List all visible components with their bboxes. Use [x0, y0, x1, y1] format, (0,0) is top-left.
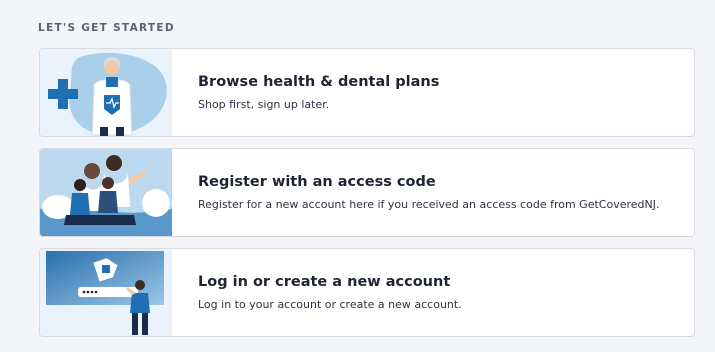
card-title: Browse health & dental plans — [198, 74, 440, 90]
card-title: Log in or create a new account — [198, 274, 451, 290]
login-create-account-card[interactable]: Log in or create a new account Log in to… — [39, 248, 695, 337]
login-illustration — [40, 249, 172, 336]
card-title: Register with an access code — [198, 174, 436, 190]
browse-plans-card[interactable]: Browse health & dental plans Shop first,… — [39, 48, 695, 137]
register-access-code-card[interactable]: Register with an access code Register fo… — [39, 148, 695, 237]
family-illustration — [40, 149, 172, 236]
section-heading: LET'S GET STARTED — [38, 22, 175, 34]
card-description: Register for a new account here if you r… — [198, 198, 660, 211]
card-description: Shop first, sign up later. — [198, 98, 330, 111]
doctor-illustration — [40, 49, 172, 136]
card-description: Log in to your account or create a new a… — [198, 298, 462, 311]
